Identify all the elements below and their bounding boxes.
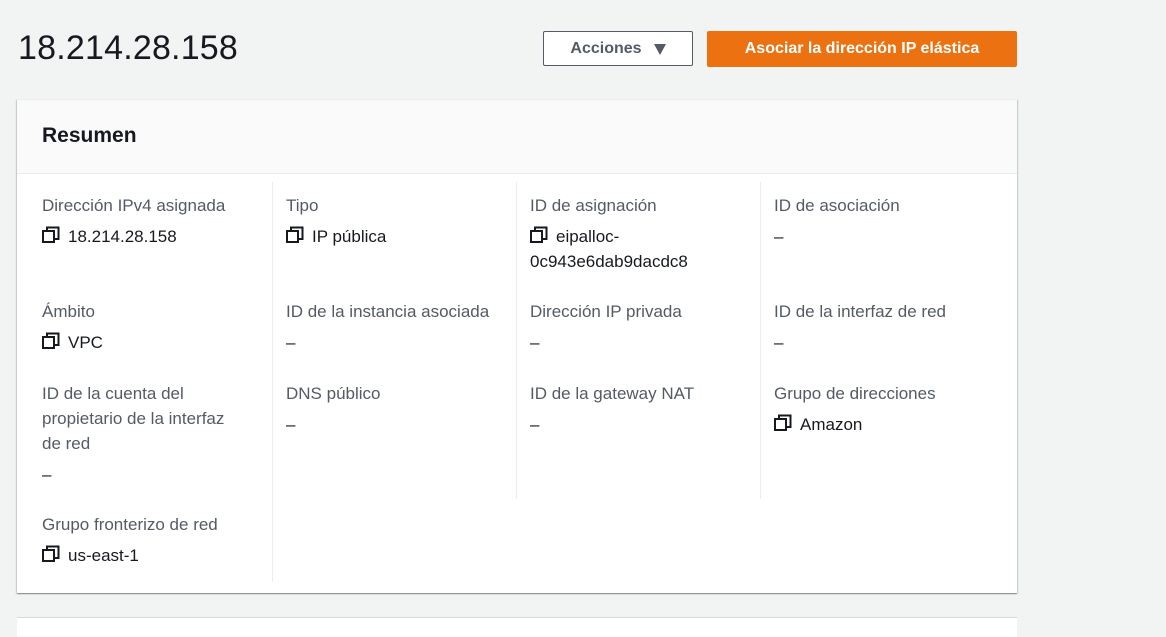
copy-icon[interactable]: [530, 226, 548, 244]
field-label: ID de la instancia asociada: [286, 302, 490, 321]
column-divider: [272, 182, 273, 582]
field-address-pool: Grupo de direcciones Amazon: [774, 381, 999, 437]
field-associated-instance-id: ID de la instancia asociada –: [286, 299, 511, 355]
associated-instance-value: –: [286, 333, 296, 352]
field-association-id: ID de asociación –: [774, 193, 999, 249]
field-label-line: ID de la cuenta del: [42, 384, 184, 403]
field-label: ID de asociación: [774, 196, 900, 215]
field-label-line: de red: [42, 434, 91, 453]
actions-label: Acciones: [570, 39, 642, 57]
scope-value: VPC: [68, 333, 103, 352]
field-label: ID de la interfaz de red: [774, 302, 946, 321]
field-type: Tipo IP pública: [286, 193, 511, 249]
field-network-border-group: Grupo fronterizo de red us-east-1: [42, 512, 267, 568]
association-id-value: –: [774, 227, 784, 246]
field-value: Amazon: [774, 412, 999, 437]
allocation-id-value: eipalloc-: [556, 227, 620, 246]
field-value: eipalloc- 0c943e6dab9dacdc8: [530, 224, 755, 274]
field-allocated-ipv4: Dirección IPv4 asignada 18.214.28.158: [42, 193, 267, 249]
field-public-dns: DNS público –: [286, 381, 511, 437]
summary-header: Resumen: [17, 100, 1017, 174]
field-value: us-east-1: [42, 543, 267, 568]
private-ip-value: –: [530, 333, 540, 352]
summary-title: Resumen: [42, 123, 137, 147]
address-pool-value: Amazon: [800, 415, 863, 434]
caret-down-icon: [653, 43, 666, 55]
column-divider: [760, 182, 761, 499]
field-interface-owner-account-id: ID de la cuenta del propietario de la in…: [42, 381, 267, 487]
field-label-line: propietario de la interfaz: [42, 409, 225, 428]
ipv4-value: 18.214.28.158: [68, 227, 177, 246]
copy-icon[interactable]: [42, 545, 60, 563]
field-label: Grupo de direcciones: [774, 384, 936, 403]
field-label: ID de asignación: [530, 196, 657, 215]
field-label: Tipo: [286, 196, 319, 215]
field-private-ip: Dirección IP privada –: [530, 299, 755, 355]
page-title: 18.214.28.158: [18, 29, 239, 67]
nat-gateway-value: –: [530, 415, 540, 434]
field-value: IP pública: [286, 224, 511, 249]
field-scope: Ámbito VPC: [42, 299, 267, 355]
field-label: Dirección IP privada: [530, 302, 682, 321]
field-value: VPC: [42, 330, 267, 355]
copy-icon[interactable]: [774, 414, 792, 432]
summary-panel: Resumen Dirección IPv4 asignada 18.214.2…: [17, 99, 1017, 593]
network-interface-value: –: [774, 333, 784, 352]
allocation-id-value-cont: 0c943e6dab9dacdc8: [530, 252, 688, 271]
field-label: DNS público: [286, 384, 381, 403]
next-panel: [17, 617, 1017, 637]
field-label: ID de la cuenta del propietario de la in…: [42, 381, 267, 456]
field-value: 18.214.28.158: [42, 224, 267, 249]
field-label: Grupo fronterizo de red: [42, 515, 218, 534]
field-label: Ámbito: [42, 302, 95, 321]
copy-icon[interactable]: [286, 226, 304, 244]
field-nat-gateway-id: ID de la gateway NAT –: [530, 381, 755, 437]
field-network-interface-id: ID de la interfaz de red –: [774, 299, 999, 355]
type-value: IP pública: [312, 227, 387, 246]
associate-elastic-ip-label: Asociar la dirección IP elástica: [744, 40, 980, 57]
associate-elastic-ip-button[interactable]: Asociar la dirección IP elástica: [707, 31, 1017, 67]
copy-icon[interactable]: [42, 332, 60, 350]
public-dns-value: –: [286, 415, 296, 434]
column-divider: [516, 182, 517, 499]
field-label: Dirección IPv4 asignada: [42, 196, 226, 215]
actions-dropdown-button[interactable]: Acciones: [543, 31, 693, 66]
owner-account-value: –: [42, 465, 52, 484]
border-group-value: us-east-1: [68, 546, 139, 565]
copy-icon[interactable]: [42, 226, 60, 244]
field-allocation-id: ID de asignación eipalloc- 0c943e6dab9dac…: [530, 193, 755, 274]
field-label: ID de la gateway NAT: [530, 384, 695, 403]
